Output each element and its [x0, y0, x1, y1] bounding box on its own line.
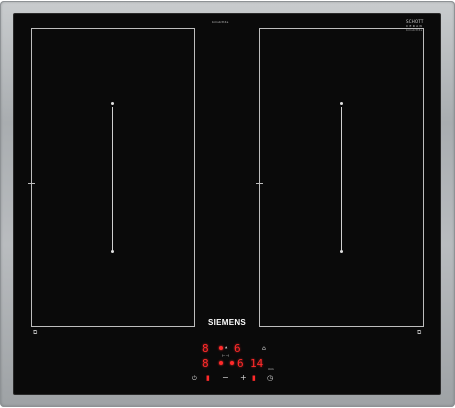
timer-unit-label: min	[268, 367, 274, 371]
zone-left-flex-icon: ⧉	[33, 329, 38, 336]
clock-icon[interactable]: ◷	[267, 374, 273, 382]
zone-right-front-level-display: 8	[202, 357, 209, 370]
zone-right-top-dot	[340, 102, 343, 105]
zone-left-top-dot	[111, 102, 114, 105]
control-panel: 8 ▲ 6 ⌂ ⊢⊣ 8 6 14 min ⏻ ▮ − + ▮ ◷	[174, 342, 274, 386]
ceramic-glass-surface: bmsb3t4s SCHOTT C E R A N bmsb3t4s ⧉ ⧉ S…	[14, 14, 440, 394]
top-model-label: bmsb3t4s	[212, 20, 229, 24]
zone-right-front-indicator	[219, 361, 223, 365]
zone-left-side-mark	[28, 183, 35, 184]
key-lock-icon[interactable]: ⌂	[262, 345, 266, 353]
brand-logo: SIEMENS	[207, 318, 247, 327]
cooking-zone-left	[31, 28, 195, 327]
zone-right-rear-level-display: 6	[237, 357, 244, 370]
zone-left-front-level-display: 8	[202, 342, 209, 355]
minus-button[interactable]: −	[222, 374, 229, 382]
zone-left-front-label: ▲	[225, 345, 228, 349]
zone-indicator-bar: ▮	[252, 374, 256, 382]
zone-left-rear-level-display: 6	[234, 342, 241, 355]
zone-right-rear-indicator	[230, 361, 234, 365]
plus-button[interactable]: +	[240, 374, 247, 382]
zone-right-divider-line	[341, 107, 342, 250]
zone-left-front-indicator	[219, 346, 223, 350]
zone-right-side-mark	[256, 183, 263, 184]
timer-display: 14	[250, 357, 264, 370]
zone-select-icon[interactable]: ⊢⊣	[222, 353, 229, 358]
display-mode-icon: ▮	[206, 374, 210, 382]
zone-left-divider-line	[112, 107, 113, 250]
cooktop-frame: bmsb3t4s SCHOTT C E R A N bmsb3t4s ⧉ ⧉ S…	[0, 1, 455, 407]
power-icon[interactable]: ⏻	[192, 375, 197, 383]
zone-right-flex-icon: ⧉	[417, 329, 422, 336]
zone-left-bottom-dot	[111, 250, 114, 253]
zone-right-bottom-dot	[340, 250, 343, 253]
